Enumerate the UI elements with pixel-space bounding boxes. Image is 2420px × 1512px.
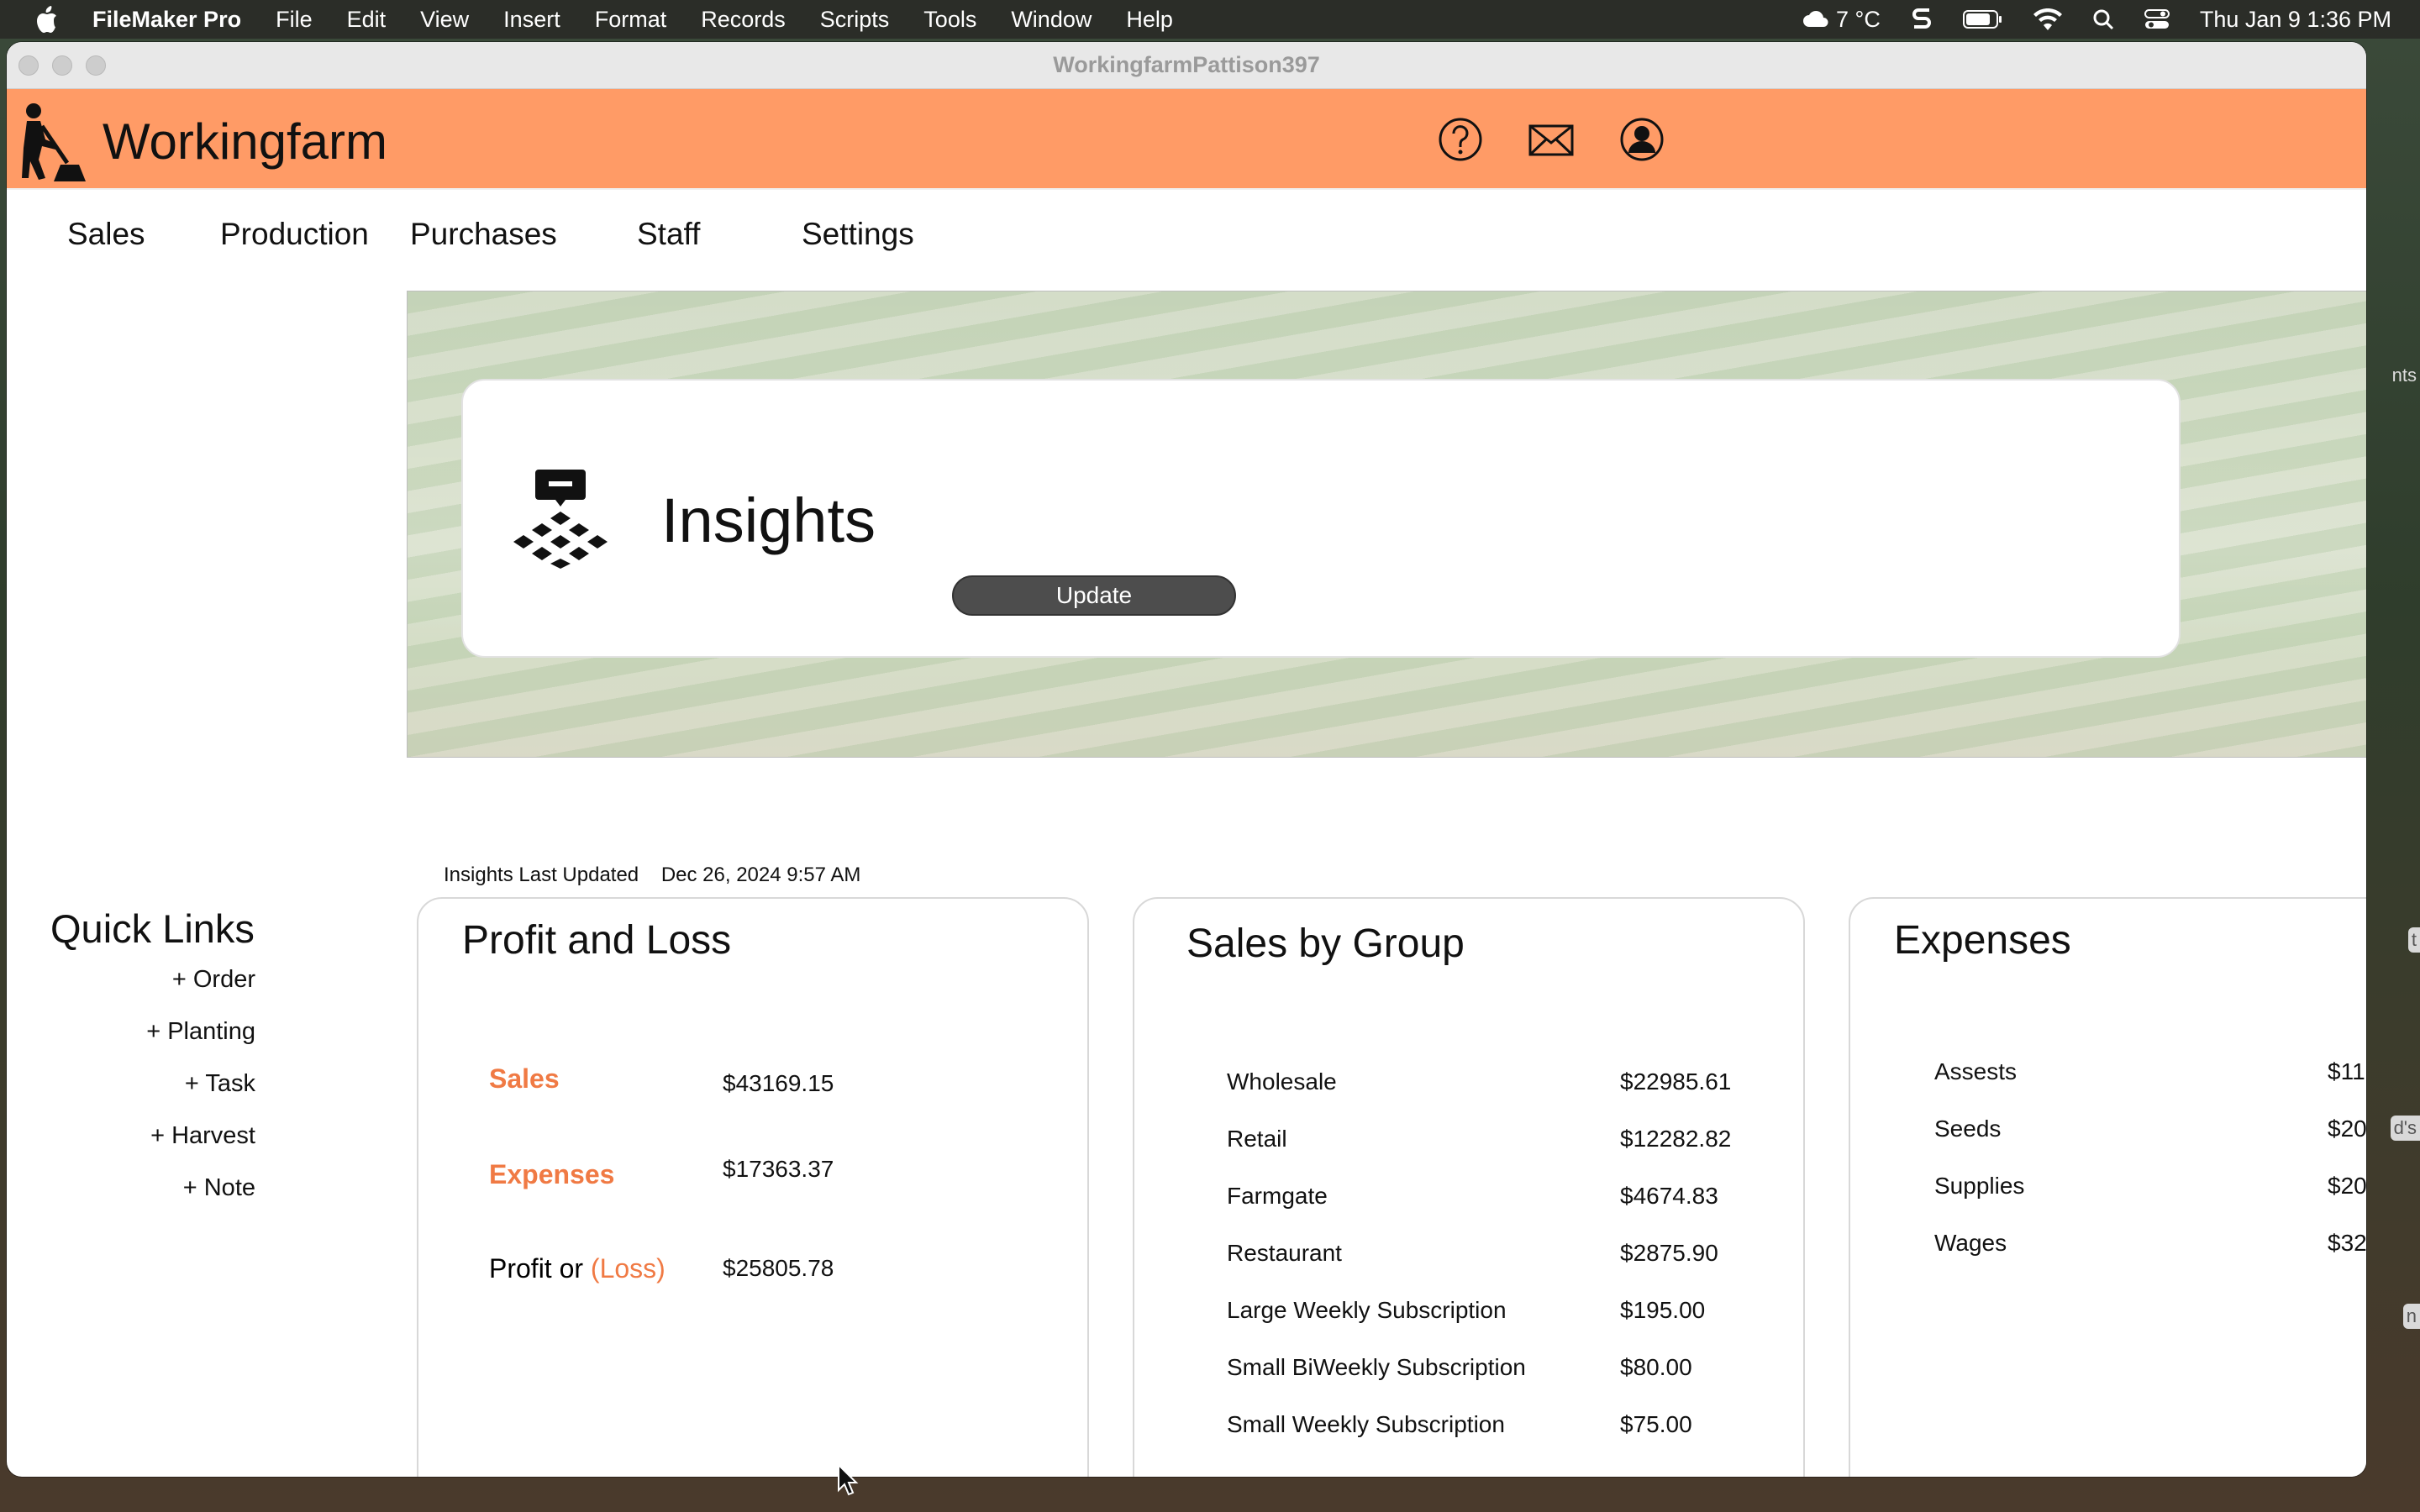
weather-status[interactable]: 7 °C [1802,7,1881,33]
battery-icon[interactable] [1962,9,2003,29]
farm-banner-image: Insights Update [407,291,2366,758]
update-insights-button[interactable]: Update [952,575,1236,616]
pl-profit-label-group: Profit or (Loss) [489,1253,666,1284]
expense-label: Wages [1934,1230,2007,1256]
last-updated-value: Dec 26, 2024 9:57 AM [660,864,861,886]
background-window-edge: t [2407,927,2420,953]
sales-group-label: Restaurant [1227,1240,1342,1266]
farmer-shovel-logo-icon [22,103,86,181]
sales-group-value: $4674.83 [1620,1183,1718,1209]
sales-group-value: $80.00 [1620,1354,1692,1380]
expenses-panel: Expenses Assests $11 Seeds $20 Supplies … [1849,897,2366,1477]
background-window-edge: nts [2391,365,2417,386]
apple-icon[interactable] [34,5,59,34]
nav-sales[interactable]: Sales [67,217,145,252]
profit-loss-title: Profit and Loss [462,918,732,963]
expense-value: $20 [2328,1173,2366,1199]
pl-loss-label: (Loss) [590,1253,666,1284]
quick-link-planting[interactable]: + Planting [146,1018,255,1046]
quick-link-task[interactable]: + Task [185,1070,255,1098]
sales-group-value: $195.00 [1620,1297,1706,1323]
sales-group-value: $22985.61 [1620,1068,1732,1095]
quick-link-order[interactable]: + Order [172,966,255,994]
mouse-pointer-icon [838,1463,859,1496]
sync-icon[interactable] [1911,7,1933,32]
nav-production[interactable]: Production [220,217,369,252]
expense-label: Supplies [1934,1173,2025,1199]
expenses-title: Expenses [1894,918,2071,963]
insights-dashboard-icon [513,470,608,569]
sales-group-label: Large Weekly Subscription [1227,1297,1507,1323]
sales-by-group-title: Sales by Group [1186,921,1465,966]
weather-temp: 7 °C [1836,6,1881,32]
last-updated-label: Insights Last Updated [444,864,639,886]
background-window-edge: d's [2390,1116,2420,1141]
profit-loss-panel: Profit and Loss Sales $43169.15 Expenses… [417,897,1089,1477]
expense-label: Seeds [1934,1116,2002,1142]
menu-insert[interactable]: Insert [503,7,560,33]
quick-link-note[interactable]: + Note [183,1174,255,1202]
wifi-icon[interactable] [2033,8,2062,30]
quick-links-title: Quick Links [50,906,255,951]
menu-app-filemaker[interactable]: FileMaker Pro [92,7,241,33]
insights-title: Insights [661,486,876,555]
sales-group-label: Small Weekly Subscription [1227,1411,1505,1437]
pl-sales-label: Sales [489,1063,560,1094]
menu-edit[interactable]: Edit [347,7,387,33]
window-titlebar[interactable]: WorkingfarmPattison397 [7,42,2366,89]
cloud-icon [1803,11,1828,28]
background-window-edge: n [2402,1304,2420,1329]
pl-expenses-value: $17363.37 [723,1156,834,1182]
expense-value: $11 [2328,1058,2365,1084]
menu-view[interactable]: View [420,7,469,33]
window-title: WorkingfarmPattison397 [1053,52,1320,77]
pl-profit-value: $25805.78 [723,1255,834,1281]
pl-profit-label: Profit or [489,1253,584,1284]
menu-file[interactable]: File [276,7,313,33]
sales-group-value: $2875.90 [1620,1240,1718,1266]
help-icon[interactable] [1437,116,1484,163]
filemaker-window: WorkingfarmPattison397 Workingfarm Sales… [7,42,2366,1477]
nav-purchases[interactable]: Purchases [410,217,557,252]
sales-group-label: Wholesale [1227,1068,1337,1095]
pl-expenses-label: Expenses [489,1159,615,1189]
app-name: Workingfarm [103,113,387,170]
sales-by-group-panel: Sales by Group Wholesale $22985.61 Retai… [1133,897,1805,1477]
main-nav: Sales Production Purchases Staff Setting… [7,217,1015,267]
sales-group-value: $12282.82 [1620,1126,1732,1152]
expense-value: $32 [2328,1230,2366,1256]
sales-group-label: Retail [1227,1126,1287,1152]
mail-icon[interactable] [1528,116,1575,163]
insights-card: Insights Update [461,379,2181,658]
expense-value: $20 [2328,1116,2366,1142]
expense-label: Assests [1934,1058,2018,1084]
status-area: 7 °C Thu Jan 9 1:36 PM [1802,0,2391,39]
spotlight-search-icon[interactable] [2092,8,2114,30]
sales-group-value: $75.00 [1620,1411,1692,1437]
sales-group-label: Small BiWeekly Subscription [1227,1354,1526,1380]
menu-records[interactable]: Records [701,7,786,33]
sales-group-label: Farmgate [1227,1183,1328,1209]
menu-scripts[interactable]: Scripts [820,7,890,33]
menu-help[interactable]: Help [1126,7,1173,33]
control-center-icon[interactable] [2144,8,2170,30]
app-header: Workingfarm [7,89,2366,190]
menu-window[interactable]: Window [1011,7,1092,33]
insights-last-updated: Insights Last Updated Dec 26, 2024 9:57 … [444,864,860,887]
nav-settings[interactable]: Settings [802,217,914,252]
user-account-icon[interactable] [1618,116,1665,163]
menu-format[interactable]: Format [595,7,667,33]
pl-sales-value: $43169.15 [723,1070,834,1096]
nav-staff[interactable]: Staff [637,217,700,252]
quick-link-harvest[interactable]: + Harvest [150,1122,255,1150]
menu-tools[interactable]: Tools [923,7,976,33]
macos-menu-bar: FileMaker Pro File Edit View Insert Form… [0,0,2420,39]
menubar-clock[interactable]: Thu Jan 9 1:36 PM [2200,7,2391,33]
